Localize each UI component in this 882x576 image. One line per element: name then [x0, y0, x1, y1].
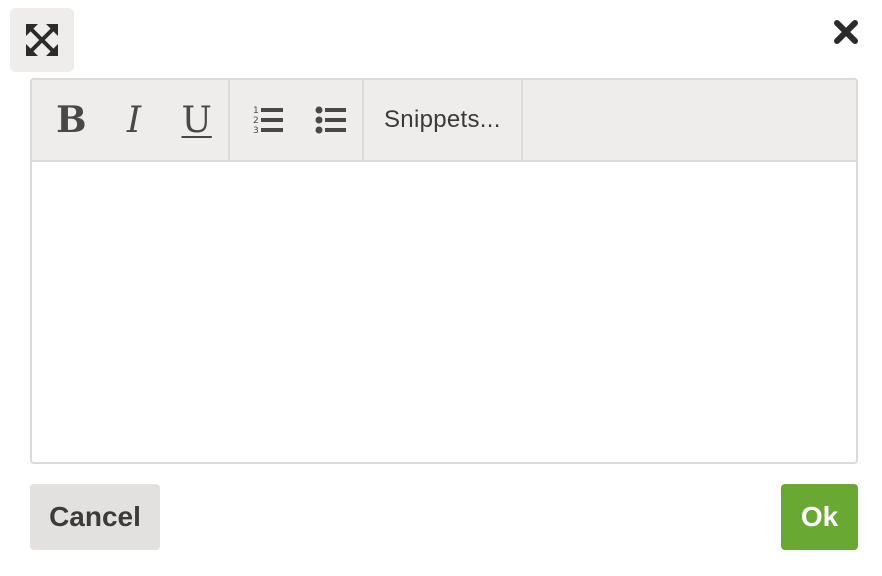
format-group: B I U	[32, 80, 230, 160]
editor-text-area[interactable]	[32, 162, 856, 462]
italic-button[interactable]: I	[103, 88, 166, 152]
list-group: 1 2 3	[230, 80, 364, 160]
cancel-button[interactable]: Cancel	[30, 484, 160, 550]
editor-toolbar: B I U 1 2 3 Snippets...	[32, 80, 856, 162]
expand-arrows-icon	[26, 24, 58, 56]
svg-text:2: 2	[253, 116, 259, 126]
close-button[interactable]	[828, 14, 864, 50]
rich-text-editor: B I U 1 2 3 Snippets...	[30, 78, 858, 464]
expand-button[interactable]	[10, 8, 74, 72]
unordered-list-button[interactable]	[299, 88, 362, 152]
svg-text:3: 3	[253, 126, 259, 135]
svg-text:1: 1	[253, 106, 259, 116]
close-x-icon	[834, 20, 858, 44]
underline-button[interactable]: U	[165, 88, 228, 152]
ordered-list-icon: 1 2 3	[253, 106, 283, 135]
ok-button[interactable]: Ok	[781, 484, 858, 550]
bold-button[interactable]: B	[40, 88, 103, 152]
unordered-list-icon	[315, 106, 346, 134]
ordered-list-button[interactable]: 1 2 3	[236, 88, 299, 152]
snippets-group: Snippets...	[364, 80, 523, 160]
snippets-dropdown[interactable]: Snippets...	[364, 88, 501, 152]
